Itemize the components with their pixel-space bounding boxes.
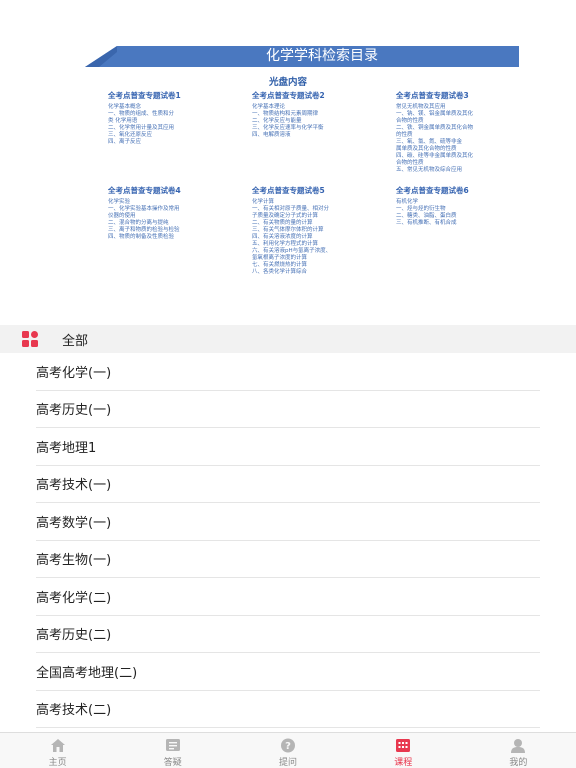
volume-item: 氢氧根离子浓度的计算 (252, 255, 308, 261)
category-filter-bar[interactable]: 全部 (0, 325, 576, 353)
volume-item: 二、混合物的分离与提纯 (108, 220, 169, 226)
catalog-banner: 化学学科检索目录 光盘内容 全考点普查专题试卷1 化学基本概念 一、物质的组成、… (0, 0, 576, 325)
course-item[interactable]: 高考历史(一) (36, 391, 540, 428)
volume-item: 四、碳、硅等非金属单质及其化 (396, 153, 474, 159)
course-item[interactable]: 高考技术(一) (36, 466, 540, 503)
course-icon (396, 739, 411, 752)
course-item[interactable]: 高考化学(二) (36, 578, 540, 616)
volume-item: 子质量及确定分子式的计算 (252, 213, 319, 219)
volume-item: 仪器的使用 (108, 213, 136, 219)
volume-item: 二、化学反应与能量 (252, 118, 302, 124)
volume-item: 七、有关燃烧热的计算 (252, 262, 308, 268)
volume-category: 有机化学 (396, 199, 419, 205)
course-item[interactable]: 高考生物(一) (36, 541, 540, 578)
volume-category: 化学计算 (252, 199, 275, 205)
svg-text:?: ? (285, 741, 291, 752)
volume-title: 全考点普查专题试卷3 (396, 91, 469, 100)
tab-ask[interactable]: ? 提问 (230, 733, 345, 768)
course-item[interactable]: 高考数学(一) (36, 503, 540, 541)
volume-item: 一、物质的组成、性质和分 (108, 111, 175, 117)
volume-items: 一、烃与烃的衍生物 二、糖类、油脂、蛋白质 三、有机推断、有机合成 (396, 206, 536, 227)
grid-icon (22, 331, 38, 347)
volume-items: 一、物质的组成、性质和分类 化学用语 二、化学常用计量及其应用 三、氧化还原反应 四、… (108, 111, 248, 146)
volume-item: 二、铁、铜金属单质及其化合物 (396, 125, 474, 131)
volume-item: 三、离子和物质的检验与检验 (108, 227, 180, 233)
banner-title-bar: 化学学科检索目录 (85, 46, 519, 67)
bottom-tab-bar: 主页 答疑 ? 提问 课程 我的 (0, 732, 576, 768)
volume-item: 一、有关相对原子质量、相对分 (252, 206, 330, 212)
course-list: 高考化学(一) 高考历史(一) 高考地理1 高考技术(一) 高考数学(一) 高考… (0, 353, 576, 728)
volume-items: 一、物质结构和元素周期律 二、化学反应与能量 三、化学反应速率与化学平衡 四、电解质溶… (252, 111, 392, 139)
volume-item: 四、物质的制备及性质检验 (108, 234, 175, 240)
tab-course[interactable]: 课程 (346, 733, 461, 768)
volume-item: 五、利用化学方程式的计算 (252, 241, 319, 247)
volume-6: 全考点普查专题试卷6 有机化学 一、烃与烃的衍生物 二、糖类、油脂、蛋白质 三、有机… (396, 185, 536, 227)
volume-item: 三、化学反应速率与化学平衡 (252, 125, 324, 131)
tab-home[interactable]: 主页 (0, 733, 115, 768)
volume-item: 八、各类化学计算综合 (252, 269, 308, 275)
category-label: 全部 (62, 333, 89, 349)
volume-category: 化学基本概念 (108, 104, 142, 110)
volume-item: 合物的性质 (396, 118, 424, 124)
volume-5: 全考点普查专题试卷5 化学计算 一、有关相对原子质量、相对分 子质量及确定分子式的… (252, 185, 392, 276)
course-item[interactable]: 高考化学(一) (36, 353, 540, 391)
tab-label: 课程 (394, 758, 413, 768)
volume-item: 二、化学常用计量及其应用 (108, 125, 175, 131)
tab-label: 我的 (509, 758, 528, 768)
volume-item: 的性质 (396, 132, 413, 138)
volume-items: 一、化学实验基本操作及常用 仪器的使用 二、混合物的分离与提纯 三、离子和物质的检验与… (108, 206, 248, 241)
course-item[interactable]: 高考技术(二) (36, 691, 540, 728)
volume-item: 四、离子反应 (108, 139, 142, 145)
volume-3: 全考点普查专题试卷3 常见无机物及其应用 一、钠、镁、铝金属单质及其化 合物的性质… (396, 90, 536, 174)
volume-item: 四、电解质溶液 (252, 132, 291, 138)
volume-title: 全考点普查专题试卷5 (252, 186, 325, 195)
volume-items: 一、有关相对原子质量、相对分 子质量及确定分子式的计算 二、有关物质的量的计算 三、有… (252, 206, 392, 276)
volume-item: 二、糖类、油脂、蛋白质 (396, 213, 457, 219)
question-icon: ? (281, 738, 295, 753)
volume-item: 属单质及其化合物的性质 (396, 146, 457, 152)
banner-subtitle: 光盘内容 (268, 77, 307, 88)
volume-items: 一、钠、镁、铝金属单质及其化 合物的性质 二、铁、铜金属单质及其化合物 的性质 三、氧、… (396, 111, 536, 174)
user-icon (511, 739, 526, 753)
volume-item: 二、有关物质的量的计算 (252, 220, 313, 226)
volume-1: 全考点普查专题试卷1 化学基本概念 一、物质的组成、性质和分类 化学用语 二、化学… (108, 90, 248, 146)
tab-label: 主页 (48, 758, 67, 768)
volume-item: 合物的性质 (396, 160, 424, 166)
volume-2: 全考点普查专题试卷2 化学基本理论 一、物质结构和元素周期律 二、化学反应与能量三… (252, 90, 392, 139)
volume-item: 五、常见无机物及综合应用 (396, 167, 463, 173)
volume-item: 一、烃与烃的衍生物 (396, 206, 446, 212)
volume-4: 全考点普查专题试卷4 化学实验 一、化学实验基本操作及常用 仪器的使用 二、混合物的… (108, 185, 248, 241)
course-item[interactable]: 高考历史(二) (36, 616, 540, 653)
tab-mine[interactable]: 我的 (461, 733, 576, 768)
volume-item: 三、氧化还原反应 (108, 132, 153, 138)
tab-label: 提问 (279, 758, 298, 768)
volume-item: 三、有关气体摩尔体积的计算 (252, 227, 324, 233)
home-icon (50, 739, 65, 752)
volume-item: 三、有机推断、有机合成 (396, 220, 457, 226)
volume-title: 全考点普查专题试卷2 (252, 91, 325, 100)
tab-label: 答疑 (163, 758, 182, 768)
volume-item: 三、氧、氯、氮、硫等非金 (396, 139, 463, 145)
volume-item: 一、钠、镁、铝金属单质及其化 (396, 111, 474, 117)
volume-title: 全考点普查专题试卷4 (108, 186, 181, 195)
volume-category: 常见无机物及其应用 (396, 104, 446, 110)
volume-item: 一、化学实验基本操作及常用 (108, 206, 180, 212)
course-item[interactable]: 高考地理1 (36, 428, 540, 466)
volume-item: 六、有关溶液pH与氢离子浓度、 (252, 248, 332, 254)
volume-item: 类 化学用语 (108, 118, 138, 124)
volume-category: 化学基本理论 (252, 104, 286, 110)
volume-item: 一、物质结构和元素周期律 (252, 111, 319, 117)
tab-qa[interactable]: 答疑 (115, 733, 230, 768)
course-item[interactable]: 全国高考地理(二) (36, 653, 540, 691)
banner-title: 化学学科检索目录 (266, 48, 378, 64)
volume-title: 全考点普查专题试卷6 (396, 186, 469, 195)
volume-title: 全考点普查专题试卷1 (108, 91, 181, 100)
volume-category: 化学实验 (108, 199, 131, 205)
volume-item: 四、有关溶液浓度的计算 (252, 234, 313, 240)
message-icon (165, 739, 180, 751)
